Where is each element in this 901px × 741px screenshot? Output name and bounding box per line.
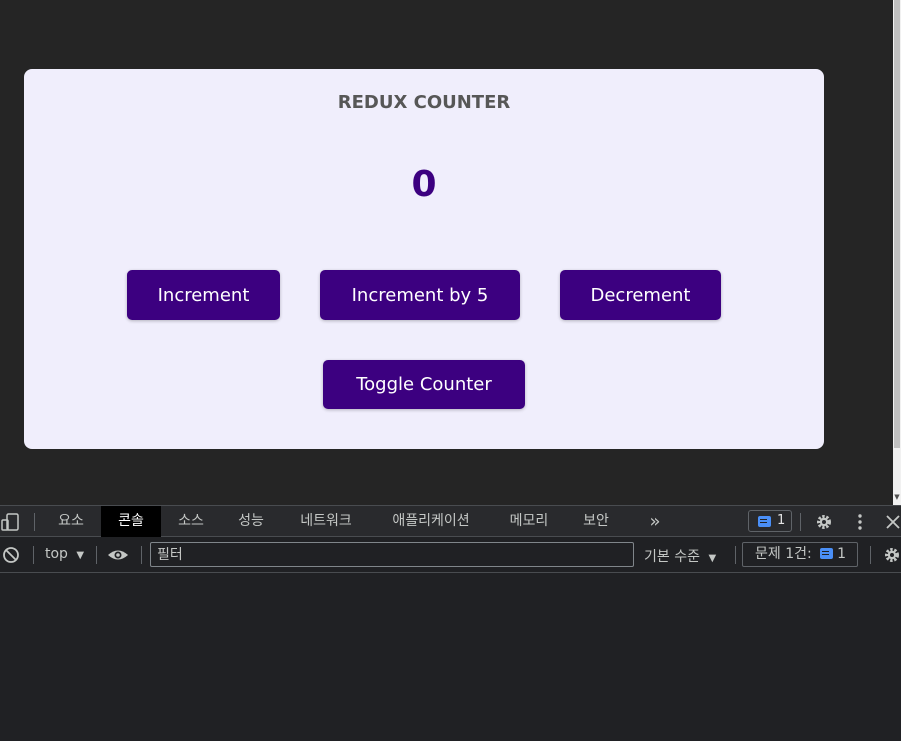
message-icon: [820, 548, 834, 559]
close-icon[interactable]: [884, 512, 901, 532]
tab-application[interactable]: 애플리케이션: [376, 506, 486, 537]
issues-counter[interactable]: 문제 1건: 1: [742, 542, 858, 567]
counter-value: 0: [411, 164, 437, 205]
gear-icon[interactable]: [813, 512, 835, 532]
issues-badge[interactable]: 1: [748, 510, 792, 532]
context-selector-value: top: [45, 546, 68, 562]
clear-console-icon[interactable]: [1, 545, 21, 565]
more-tabs-icon[interactable]: »: [640, 506, 670, 537]
console-settings-gear-icon[interactable]: [882, 545, 901, 565]
scroll-down-arrow-icon[interactable]: ▼: [893, 493, 901, 501]
console-output[interactable]: [0, 573, 901, 741]
counter-card: REDUX COUNTER 0 Increment Increment by 5…: [24, 69, 824, 449]
device-toolbar-icon[interactable]: [0, 512, 22, 532]
chevron-down-icon: ▼: [708, 553, 717, 564]
page-title: REDUX COUNTER: [337, 92, 511, 113]
console-filter-bar: top ▼ 기본 수준 ▼ 문제 1건: 1: [0, 537, 901, 573]
decrement-button[interactable]: Decrement: [560, 270, 721, 320]
tab-elements[interactable]: 요소: [44, 506, 98, 537]
scrollbar-thumb[interactable]: [894, 0, 900, 448]
kebab-menu-icon[interactable]: [850, 512, 870, 532]
increment-by-5-button[interactable]: Increment by 5: [320, 270, 520, 320]
page-scrollbar[interactable]: ▼: [893, 0, 901, 505]
devtools-panel: 요소 콘솔 소스 성능 네트워크 애플리케이션 메모리 보안 » 1 top ▼…: [0, 505, 901, 741]
log-level-value: 기본 수준: [644, 549, 700, 565]
toggle-counter-button[interactable]: Toggle Counter: [323, 360, 525, 409]
log-level-selector[interactable]: 기본 수준 ▼: [644, 546, 716, 566]
tab-network[interactable]: 네트워크: [286, 506, 366, 537]
eye-icon[interactable]: [107, 545, 129, 565]
page-viewport: REDUX COUNTER 0 Increment Increment by 5…: [0, 0, 893, 505]
message-icon: [758, 516, 771, 527]
devtools-tab-bar: 요소 콘솔 소스 성능 네트워크 애플리케이션 메모리 보안 » 1: [0, 505, 901, 537]
tab-security[interactable]: 보안: [570, 506, 622, 537]
tab-console[interactable]: 콘솔: [101, 506, 161, 537]
issues-label: 문제 1건:: [755, 546, 812, 562]
increment-button[interactable]: Increment: [127, 270, 280, 320]
issues-count: 1: [837, 546, 847, 562]
chevron-down-icon: ▼: [76, 550, 85, 561]
issues-badge-count: 1: [777, 513, 786, 528]
context-selector[interactable]: top ▼: [45, 546, 84, 562]
tab-sources[interactable]: 소스: [164, 506, 218, 537]
tab-memory[interactable]: 메모리: [496, 506, 562, 537]
tab-performance[interactable]: 성능: [224, 506, 278, 537]
filter-input[interactable]: [150, 542, 634, 567]
